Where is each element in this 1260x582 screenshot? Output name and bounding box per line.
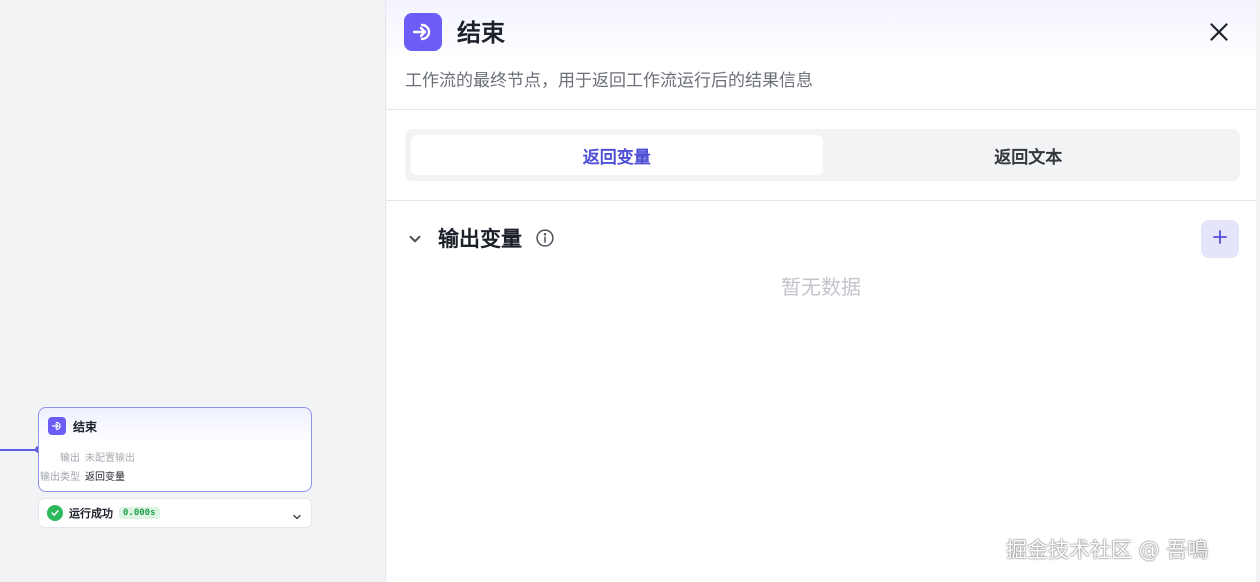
end-node-card[interactable]: 结束 输出 未配置输出 输出类型 返回变量 [38,407,312,492]
node-title: 结束 [73,419,98,434]
connection-edge [0,449,36,451]
empty-state-text: 暂无数据 [781,275,861,299]
run-status-text: 运行成功 [69,507,113,520]
chevron-down-icon[interactable] [291,508,303,520]
node-config-panel: 结束 工作流的最终节点，用于返回工作流运行后的结果信息 返回变量 返回文本 输出… [385,0,1256,582]
tab-return-text[interactable]: 返回文本 [823,135,1235,175]
node-header: 结束 [48,417,97,435]
watermark: 掘金技术社区 @ 吾鳴 [1006,538,1209,562]
close-icon[interactable] [1206,19,1232,45]
plus-icon [1211,228,1229,250]
node-output-type-label: 输出类型 [40,471,80,483]
end-node-icon [48,417,66,435]
workflow-canvas[interactable]: 结束 输出 未配置输出 输出类型 返回变量 运行成功 0.000s [0,0,385,582]
tab-return-variables[interactable]: 返回变量 [411,135,823,175]
node-output-value: 未配置输出 [85,452,135,464]
node-output-label: 输出 [60,452,80,464]
return-mode-tabs: 返回变量 返回文本 [405,129,1240,181]
run-time-badge: 0.000s [119,507,160,519]
info-icon[interactable] [535,228,555,248]
chevron-down-icon[interactable] [406,230,424,248]
section-title-output-variables: 输出变量 [438,227,522,251]
node-output-type-value: 返回变量 [85,471,125,483]
panel-description: 工作流的最终节点，用于返回工作流运行后的结果信息 [405,71,813,91]
scrollbar-track [1256,0,1260,582]
add-variable-button[interactable] [1201,220,1239,258]
run-status-bar[interactable]: 运行成功 0.000s [38,498,312,528]
node-output-row: 输出 未配置输出 [39,449,311,464]
end-node-icon [404,13,442,51]
check-circle-icon [47,505,63,521]
divider [386,200,1256,201]
node-output-type-row: 输出类型 返回变量 [39,468,311,483]
panel-header: 结束 工作流的最终节点，用于返回工作流运行后的结果信息 [386,0,1256,110]
panel-title: 结束 [457,19,505,47]
